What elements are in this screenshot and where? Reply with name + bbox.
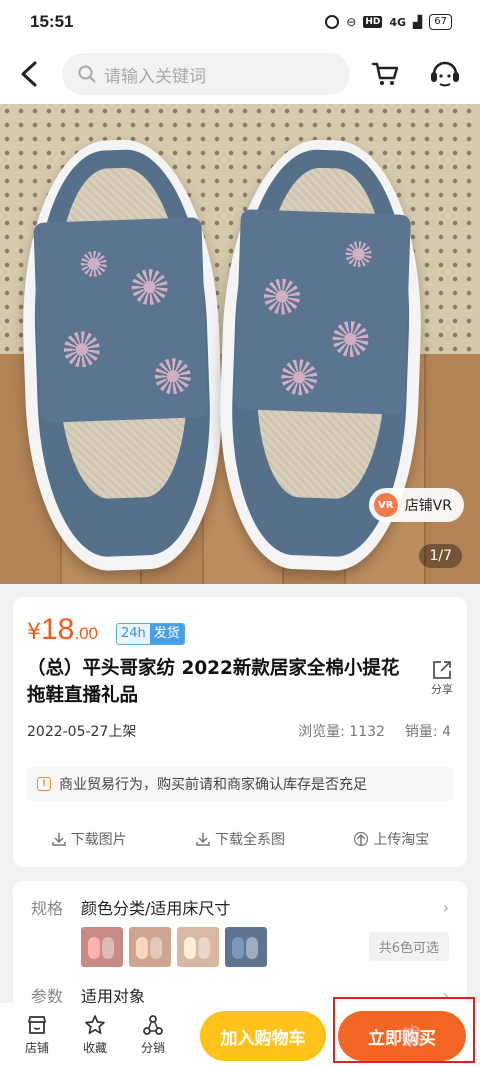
add-to-cart-button[interactable]: 加入购物车: [200, 1011, 326, 1061]
favorite-label: 收藏: [82, 1041, 107, 1055]
cart-icon: [371, 62, 399, 85]
status-time: 15:51: [30, 12, 74, 31]
price-decimal: .00: [74, 624, 99, 643]
product-info-card: ¥ 18 .00 24h 发货 （总）平头哥家纺 2022新款居家全棉小提花拖鞋…: [13, 597, 467, 867]
upload-taobao-button[interactable]: 上传淘宝: [316, 829, 467, 849]
signal-icon: ▟: [413, 15, 423, 29]
download-icon: [51, 833, 66, 846]
shop-vr-label: 店铺VR: [404, 498, 452, 514]
favorite-tab[interactable]: 收藏: [66, 1014, 124, 1056]
vr-icon: VR: [373, 493, 398, 517]
trade-notice: ! 商业贸易行为，购买前请和商家确认库存是否充足: [27, 767, 453, 801]
currency-symbol: ¥: [27, 620, 41, 645]
listed-date: 2022-05-27上架: [27, 724, 137, 740]
share-label: 分享: [431, 683, 453, 696]
search-input[interactable]: 请输入关键词: [62, 53, 350, 95]
upload-icon: [354, 831, 369, 847]
chevron-left-icon: [21, 61, 37, 87]
shop-vr-button[interactable]: VR 店铺VR: [368, 488, 464, 522]
search-placeholder: 请输入关键词: [104, 66, 206, 87]
spec-card[interactable]: 规格 颜色分类/适用床尺寸 › 共6色可选 参数 适用对象 ›: [13, 881, 467, 1005]
color-thumbnail[interactable]: [129, 927, 171, 967]
star-icon: [85, 1015, 105, 1035]
product-meta: 2022-05-27上架 浏览量: 1132 销量: 4: [27, 721, 451, 741]
hd-icon: HD: [363, 16, 383, 28]
top-nav: 请输入关键词: [0, 44, 480, 104]
color-thumbnail[interactable]: [81, 927, 123, 967]
spec-label: 规格: [31, 899, 64, 918]
spec-row[interactable]: 规格 颜色分类/适用床尺寸 ›: [31, 895, 449, 919]
back-button[interactable]: [14, 59, 44, 89]
shop-tab[interactable]: 店铺: [8, 1014, 66, 1056]
customer-service-icon: [431, 61, 459, 87]
image-page-indicator: 1/7: [419, 544, 462, 568]
product-title: （总）平头哥家纺 2022新款居家全棉小提花拖鞋直播礼品: [27, 658, 400, 706]
shipping-badge-time: 24h: [117, 624, 150, 644]
download-images-label: 下载图片: [70, 832, 127, 848]
status-icons: ⊖ HD 4G ▟ 67: [325, 14, 452, 30]
cart-button[interactable]: [368, 57, 402, 91]
upload-taobao-label: 上传淘宝: [373, 832, 430, 848]
chevron-right-icon: ›: [442, 897, 449, 917]
shop-label: 店铺: [24, 1041, 49, 1055]
network-label: 4G: [389, 15, 407, 29]
download-all-label: 下载全系图: [214, 832, 285, 848]
trade-notice-text: 商业贸易行为，购买前请和商家确认库存是否充足: [59, 777, 367, 793]
download-icon: [196, 833, 210, 846]
color-thumbnail[interactable]: [177, 927, 219, 967]
status-bar: 15:51 ⊖ HD 4G ▟ 67: [0, 0, 480, 44]
alarm-icon: [325, 15, 340, 29]
product-image[interactable]: VR 店铺VR 1/7: [0, 104, 480, 584]
distribute-label: 分销: [140, 1041, 165, 1055]
param-value: 适用对象: [81, 987, 146, 1005]
notice-icon: !: [37, 777, 51, 791]
image-actions: 下载图片 下载全系图 上传淘宝: [13, 829, 467, 849]
download-all-button[interactable]: 下载全系图: [164, 829, 315, 849]
shipping-badge: 24h 发货: [116, 623, 185, 645]
share-button[interactable]: 分享: [431, 659, 453, 697]
dnd-icon: ⊖: [346, 15, 357, 29]
param-label: 参数: [31, 987, 64, 1005]
view-count: 浏览量: 1132: [298, 724, 385, 740]
search-icon: [78, 65, 96, 83]
battery-icon: 67: [429, 14, 452, 30]
color-thumbnail[interactable]: [225, 927, 267, 967]
chevron-right-icon: ›: [442, 985, 449, 1005]
shop-icon: [28, 1016, 46, 1034]
price-integer: 18: [41, 613, 75, 646]
price: ¥ 18 .00: [27, 613, 98, 647]
spec-value: 颜色分类/适用床尺寸: [81, 899, 231, 918]
shipping-badge-label: 发货: [149, 624, 184, 644]
distribute-icon: [143, 1015, 163, 1035]
colors-count-badge: 共6色可选: [368, 932, 449, 961]
share-icon: [433, 661, 451, 679]
color-thumbnails: [81, 927, 267, 967]
distribute-tab[interactable]: 分销: [124, 1014, 182, 1056]
param-row[interactable]: 参数 适用对象 ›: [31, 983, 449, 1006]
customer-service-button[interactable]: [428, 57, 462, 91]
sales-count: 销量: 4: [404, 724, 451, 740]
download-images-button[interactable]: 下载图片: [13, 829, 164, 849]
